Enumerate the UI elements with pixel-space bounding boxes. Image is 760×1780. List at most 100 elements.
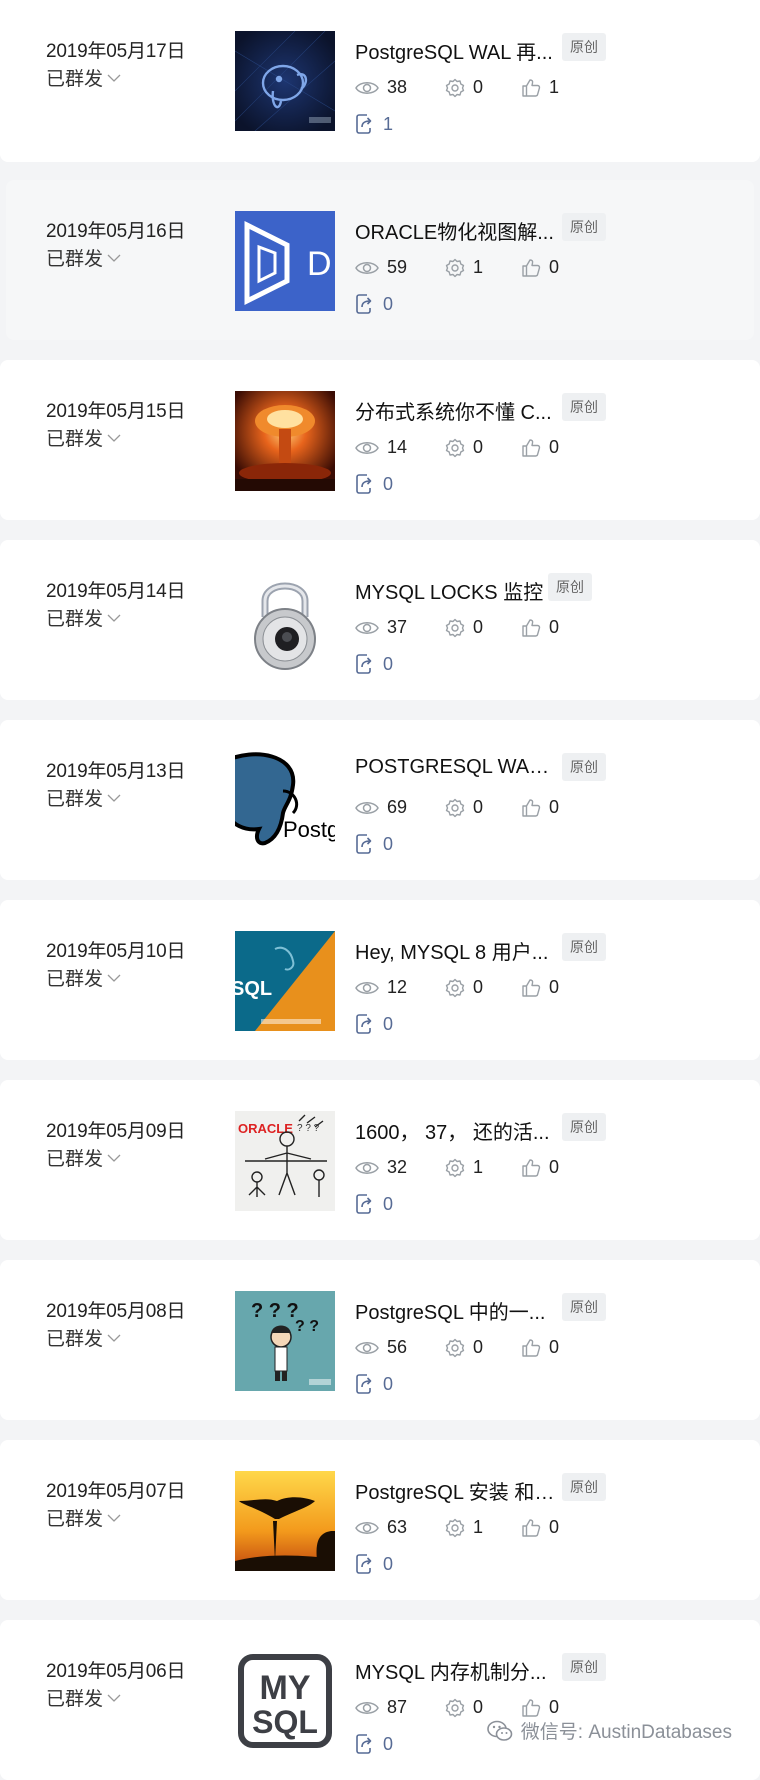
article-card[interactable]: 2019年05月10日 已群发 SQL Hey, MYSQL 8 用户... 原…	[0, 900, 760, 1060]
like-count: 0	[521, 1337, 559, 1358]
status-dropdown[interactable]: 已群发	[46, 784, 121, 811]
forward-count[interactable]: 0	[355, 833, 393, 855]
status-label: 已群发	[46, 1329, 104, 1350]
article-date: 2019年05月10日	[46, 941, 186, 962]
status-dropdown[interactable]: 已群发	[46, 424, 121, 451]
article-thumbnail[interactable]	[235, 571, 335, 671]
forward-count[interactable]: 0	[355, 1553, 393, 1575]
status-label: 已群发	[46, 969, 104, 990]
forward-count[interactable]: 0	[355, 1733, 393, 1755]
forward-count[interactable]: 0	[355, 473, 393, 495]
chevron-down-icon	[107, 614, 121, 622]
forward-count[interactable]: 0	[355, 293, 393, 315]
article-stats: 14 0 0	[355, 437, 615, 459]
article-title[interactable]: PostgreSQL 安装 和 ...	[355, 1476, 555, 1505]
article-title[interactable]: ORACLE物化视图解...	[355, 216, 554, 245]
forward-icon	[356, 1554, 372, 1574]
status-label: 已群发	[46, 1149, 104, 1170]
forward-icon	[356, 114, 372, 134]
forward-icon	[356, 1734, 372, 1754]
status-dropdown[interactable]: 已群发	[46, 604, 121, 631]
wechat-icon	[486, 1720, 513, 1741]
article-title[interactable]: 1600， 37， 还的活...	[355, 1116, 550, 1145]
gear-icon	[445, 78, 465, 97]
original-badge: 原创	[562, 213, 606, 241]
article-card[interactable]: 2019年05月13日 已群发 Postg POSTGRESQL WAL ...…	[0, 720, 760, 880]
article-title[interactable]: 分布式系统你不懂 C...	[355, 396, 552, 425]
eye-icon	[355, 261, 379, 274]
forward-count[interactable]: 0	[355, 1013, 393, 1035]
share-count: 0	[445, 977, 483, 998]
read-count: 37	[355, 617, 407, 638]
article-thumbnail[interactable]: MY SQL	[235, 1651, 335, 1751]
forward-count[interactable]: 1	[355, 113, 393, 135]
article-title[interactable]: POSTGRESQL WAL ...	[355, 756, 555, 779]
article-stats: 32 1 0	[355, 1157, 615, 1179]
gear-icon	[445, 798, 465, 817]
article-title[interactable]: Hey, MYSQL 8 用户...	[355, 936, 548, 965]
original-badge: 原创	[562, 1293, 606, 1321]
eye-icon	[355, 981, 379, 994]
like-count: 0	[521, 1517, 559, 1538]
status-dropdown[interactable]: 已群发	[46, 64, 121, 91]
chevron-down-icon	[107, 254, 121, 262]
status-dropdown[interactable]: 已群发	[46, 1684, 121, 1711]
forward-count[interactable]: 0	[355, 653, 393, 675]
thumbs-up-icon	[522, 798, 541, 817]
article-thumbnail[interactable]: ORACLE ? ? ?	[235, 1111, 335, 1211]
article-stats: 12 0 0	[355, 977, 615, 999]
article-card[interactable]: 2019年05月06日 已群发 MY SQL MYSQL 内存机制分... 原创…	[0, 1620, 760, 1780]
read-count: 56	[355, 1337, 407, 1358]
article-thumbnail[interactable]	[235, 391, 335, 491]
article-thumbnail[interactable]	[235, 1471, 335, 1571]
article-card[interactable]: 2019年05月17日 已群发 PostgreSQL WAL 再... 原创 3…	[0, 0, 760, 162]
like-count: 1	[521, 77, 559, 98]
article-card[interactable]: 2019年05月08日 已群发 ? ? ? ? ? PostgreSQL 中的一…	[0, 1260, 760, 1420]
article-date: 2019年05月16日	[46, 221, 186, 242]
gear-icon	[445, 1698, 465, 1717]
status-dropdown[interactable]: 已群发	[46, 964, 121, 991]
article-card[interactable]: 2019年05月14日 已群发 MYSQL LOCKS 监控 原创 37 0 0…	[0, 540, 760, 700]
article-title[interactable]: MYSQL 内存机制分...	[355, 1656, 547, 1685]
gear-icon	[445, 438, 465, 457]
article-stats: 63 1 0	[355, 1517, 615, 1539]
article-card[interactable]: 2019年05月16日 已群发 D ORACLE物化视图解... 原创 59 1…	[6, 180, 754, 340]
thumbs-up-icon	[522, 258, 541, 277]
forward-icon	[356, 1194, 372, 1214]
thumbs-up-icon	[522, 1698, 541, 1717]
article-title[interactable]: PostgreSQL 中的一...	[355, 1296, 545, 1325]
status-dropdown[interactable]: 已群发	[46, 244, 121, 271]
eye-icon	[355, 1341, 379, 1354]
article-title[interactable]: PostgreSQL WAL 再...	[355, 36, 553, 65]
status-label: 已群发	[46, 1509, 104, 1530]
gear-icon	[445, 618, 465, 637]
status-dropdown[interactable]: 已群发	[46, 1504, 121, 1531]
article-card[interactable]: 2019年05月09日 已群发 ORACLE ? ? ? 1600， 37， 还…	[0, 1080, 760, 1240]
gear-icon	[445, 258, 465, 277]
article-stats: 87 0 0	[355, 1697, 615, 1719]
article-card[interactable]: 2019年05月07日 已群发 PostgreSQL 安装 和 ... 原创 6…	[0, 1440, 760, 1600]
chevron-down-icon	[107, 434, 121, 442]
article-title[interactable]: MYSQL LOCKS 监控	[355, 576, 543, 605]
status-dropdown[interactable]: 已群发	[46, 1144, 121, 1171]
gear-icon	[445, 978, 465, 997]
article-card[interactable]: 2019年05月15日 已群发 分布式系统你不懂 C... 原创 14 0 0 …	[0, 360, 760, 520]
forward-count[interactable]: 0	[355, 1193, 393, 1215]
article-thumbnail[interactable]: ? ? ? ? ?	[235, 1291, 335, 1391]
original-badge: 原创	[562, 1113, 606, 1141]
status-label: 已群发	[46, 1689, 104, 1710]
article-thumbnail[interactable]	[235, 31, 335, 131]
status-dropdown[interactable]: 已群发	[46, 1324, 121, 1351]
article-thumbnail[interactable]: D	[235, 211, 335, 311]
thumbs-up-icon	[522, 1338, 541, 1357]
article-date: 2019年05月09日	[46, 1121, 186, 1142]
article-thumbnail[interactable]: SQL	[235, 931, 335, 1031]
thumbs-up-icon	[522, 1158, 541, 1177]
forward-count[interactable]: 0	[355, 1373, 393, 1395]
like-count: 0	[521, 617, 559, 638]
read-count: 14	[355, 437, 407, 458]
like-count: 0	[521, 1157, 559, 1178]
eye-icon	[355, 1701, 379, 1714]
thumb-letter: D	[307, 245, 332, 283]
article-thumbnail[interactable]: Postg	[235, 751, 335, 851]
